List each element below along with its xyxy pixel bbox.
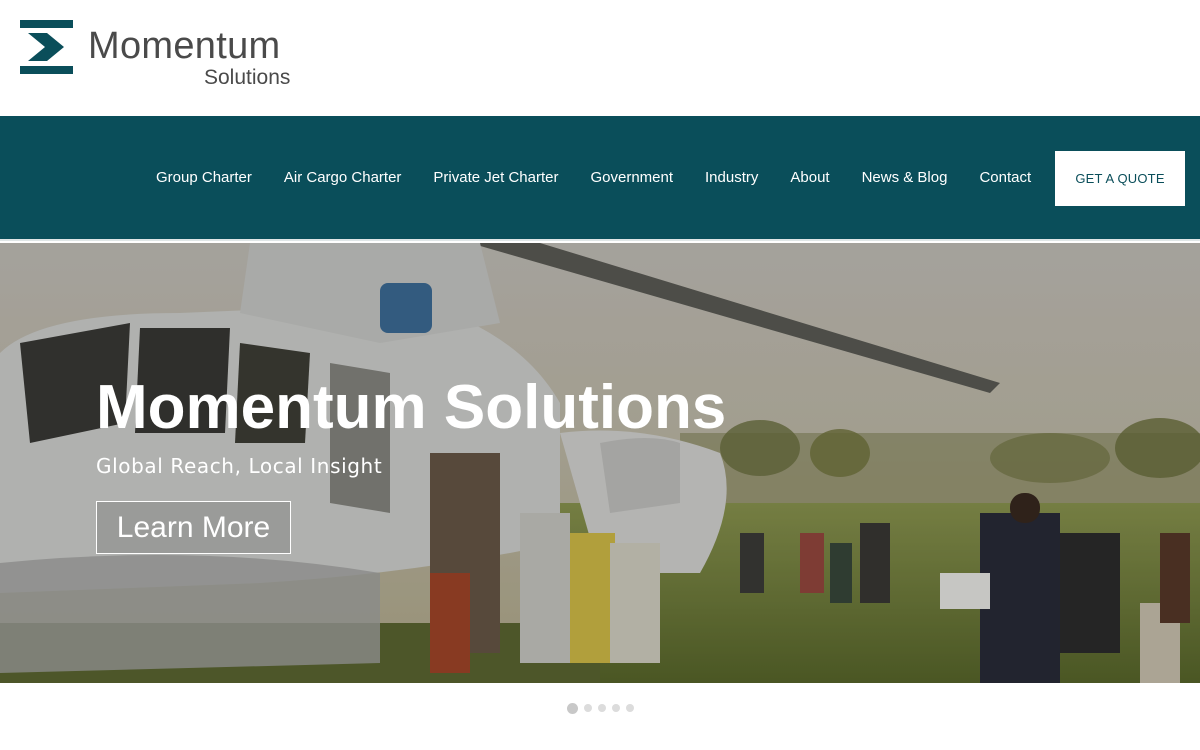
carousel-pagination [0,700,1200,716]
nav-item-private-jet-charter[interactable]: Private Jet Charter [417,168,574,188]
nav-menu: Group Charter Air Cargo Charter Private … [140,116,1047,239]
nav-item-about[interactable]: About [774,168,845,188]
main-navbar: Group Charter Air Cargo Charter Private … [0,116,1200,241]
carousel-dot[interactable] [625,704,634,712]
nav-item-air-cargo-charter[interactable]: Air Cargo Charter [268,168,418,188]
carousel-dot[interactable] [597,704,606,712]
logo-tagline: Solutions [204,66,291,89]
site-header: Momentum Solutions [0,0,1200,116]
hero-title: Momentum Solutions [96,373,727,442]
carousel-dot[interactable] [611,704,620,712]
nav-item-news-blog[interactable]: News & Blog [846,168,964,188]
hero-banner: Momentum Solutions Global Reach, Local I… [0,243,1200,683]
nav-item-government[interactable]: Government [574,168,689,188]
get-a-quote-button[interactable]: GET A QUOTE [1055,151,1185,206]
logo-link[interactable]: Momentum Solutions [20,20,300,92]
nav-item-industry[interactable]: Industry [689,168,774,188]
carousel-dot[interactable] [583,704,592,712]
logo-mark-icon [20,20,73,74]
nav-item-group-charter[interactable]: Group Charter [140,168,268,188]
logo-title: Momentum [88,25,281,67]
learn-more-button[interactable]: Learn More [96,501,291,554]
hero-subtitle: Global Reach, Local Insight [96,454,383,478]
carousel-dot[interactable] [566,702,578,714]
nav-item-contact[interactable]: Contact [963,168,1047,188]
